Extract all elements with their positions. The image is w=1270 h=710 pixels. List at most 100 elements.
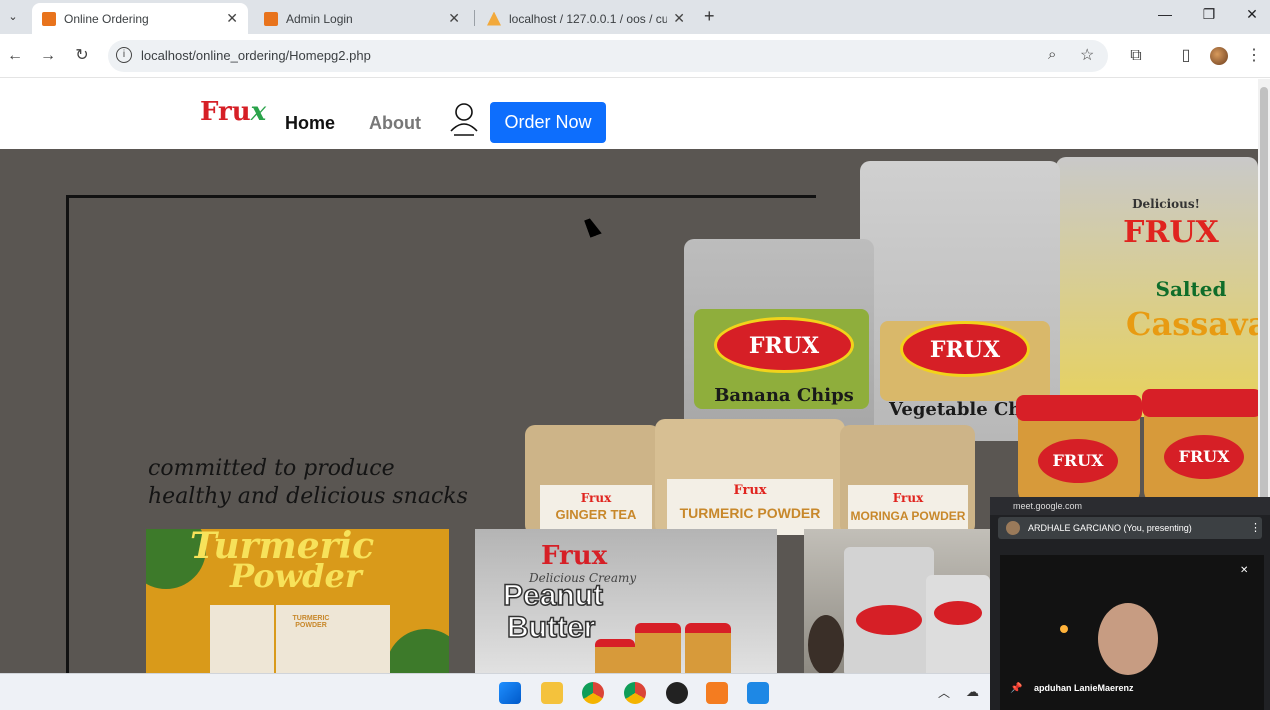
tab-title: Online Ordering (64, 11, 149, 26)
back-icon[interactable]: ← (5, 46, 25, 66)
pouch-label-text: TURMERIC POWDER (679, 505, 821, 521)
more-options-icon[interactable]: ⋮ (1250, 521, 1261, 534)
menu-kebab-icon[interactable]: ⋮ (1244, 46, 1264, 66)
card-title: Butter (506, 610, 596, 645)
bookmark-star-icon[interactable]: ☆ (1080, 45, 1094, 65)
jar-brand: FRUX (1178, 447, 1230, 466)
close-tab-icon[interactable]: ✕ (226, 10, 238, 27)
site-navbar: Frux Home About Order Now (0, 79, 1258, 149)
banana-chips-bag: FRUX Banana Chips (684, 239, 874, 449)
jar-lid (1142, 389, 1258, 417)
order-now-button[interactable]: Order Now (490, 102, 606, 143)
meet-domain: meet.google.com (1013, 501, 1083, 511)
extensions-icon[interactable]: ⧉ (1126, 46, 1146, 66)
pouch-brand: Frux (733, 483, 767, 498)
card-bag-seal (856, 605, 922, 635)
tab-online-ordering[interactable]: Online Ordering ✕ (32, 3, 248, 34)
card-brand: Frux (541, 541, 608, 571)
card-jar (685, 623, 731, 673)
pouch-label-text: GINGER TEA (555, 507, 637, 522)
jar-brand: FRUX (1052, 451, 1104, 470)
forward-icon[interactable]: → (38, 46, 58, 66)
card-jar (635, 623, 681, 673)
site-info-icon[interactable]: i (116, 47, 132, 63)
reload-icon[interactable]: ↻ (72, 46, 92, 66)
tab-separator (474, 10, 475, 26)
video-face (1098, 603, 1158, 675)
cassava-chips-bag: Delicious! FRUX Salted Cassava (1056, 157, 1258, 417)
logo-accent: x (250, 97, 267, 127)
peanut-butter-jar: FRUX (1016, 395, 1142, 505)
bag-label: Banana Chips (714, 385, 854, 406)
card-title: Peanut (502, 578, 604, 613)
frux-logo[interactable]: Frux (200, 97, 266, 127)
browser-tab-strip: ⌄ Online Ordering ✕ Admin Login ✕ localh… (0, 0, 1270, 34)
pouch-label-text: MORINGA POWDER (850, 509, 966, 523)
url-text: localhost/online_ordering/Homepg2.php (141, 48, 371, 63)
chrome-icon[interactable] (582, 682, 604, 704)
peanut-butter-jar: FRUX (1142, 389, 1258, 505)
moringa-powder-pouch: Frux MORINGA POWDER (840, 425, 975, 535)
xampp-icon[interactable] (706, 682, 728, 704)
phpmyadmin-favicon-icon (487, 11, 501, 26)
file-explorer-icon[interactable] (541, 682, 563, 704)
browser-toolbar: ← → ↻ i localhost/online_ordering/Homepg… (0, 34, 1270, 78)
nav-home-link[interactable]: Home (285, 113, 335, 134)
bag-brand: Delicious! (1132, 197, 1200, 211)
video-light (1060, 625, 1068, 633)
chrome-profile-icon[interactable] (624, 682, 646, 704)
tab-search-icon[interactable]: ⌄ (4, 8, 22, 26)
nav-about-link[interactable]: About (369, 113, 421, 134)
tab-phpmyadmin[interactable]: localhost / 127.0.0.1 / oos / cus ✕ (477, 3, 695, 34)
onedrive-icon[interactable]: ☁ (966, 684, 979, 700)
bag-brand: FRUX (1123, 215, 1219, 250)
tab-title: Admin Login (286, 11, 353, 26)
tagline-line-1: committed to produce (148, 456, 395, 481)
pin-icon[interactable]: 📌 (1010, 683, 1022, 694)
tray-chevron-icon[interactable]: ︿ (938, 684, 950, 701)
card-pouch (346, 605, 390, 673)
tab-title: localhost / 127.0.0.1 / oos / cus (509, 11, 668, 26)
pouch-brand: Frux (892, 491, 924, 505)
jar-lid (1016, 395, 1142, 421)
card-leaf (386, 629, 449, 673)
profile-avatar[interactable] (1210, 47, 1228, 65)
bag-label: Cassava (1126, 305, 1258, 343)
tab-admin-login[interactable]: Admin Login ✕ (254, 3, 470, 34)
hero-tagline: committed to produce healthy and delicio… (148, 455, 468, 511)
meet-title-bar: meet.google.com (990, 497, 1270, 515)
scrollbar-thumb[interactable] (1260, 87, 1268, 507)
card-pouch (210, 605, 274, 673)
peanut-butter-card[interactable]: Frux Delicious Creamy Peanut Butter (475, 529, 777, 673)
logo-text: Fru (200, 97, 251, 127)
hero-frame-line (66, 195, 69, 673)
user-account-icon[interactable] (449, 101, 479, 137)
card-bag (808, 615, 844, 673)
windows-start-icon[interactable] (499, 682, 521, 704)
zoom-icon[interactable]: ⌕ (1048, 46, 1056, 63)
close-window-icon[interactable]: ✕ (1237, 6, 1267, 26)
card-subtitle: Powder (230, 557, 362, 595)
presenter-name: ARDHALE GARCIANO (You, presenting) (1028, 523, 1192, 533)
side-panel-icon[interactable]: ▯ (1176, 46, 1196, 66)
address-bar[interactable]: i localhost/online_ordering/Homepg2.php … (108, 40, 1108, 72)
hero-frame-line (66, 195, 816, 198)
turmeric-powder-card[interactable]: Turmeric Powder TURMERIC POWDER (146, 529, 449, 673)
turmeric-powder-pouch: Frux TURMERIC POWDER (655, 419, 845, 535)
app-icon[interactable] (666, 682, 688, 704)
xampp-favicon-icon (42, 11, 56, 26)
chips-card[interactable] (804, 529, 994, 673)
card-jar (595, 639, 635, 673)
card-bag-seal (934, 601, 982, 625)
meet-pip-window[interactable]: meet.google.com ARDHALE GARCIANO (You, p… (990, 497, 1270, 710)
xampp-favicon-icon (264, 11, 278, 26)
pouch-brand: Frux (580, 491, 612, 505)
new-tab-icon[interactable]: + (704, 6, 715, 27)
close-tab-icon[interactable]: ✕ (448, 10, 460, 27)
tagline-line-2: healthy and delicious snacks (148, 484, 468, 509)
bag-brand: FRUX (748, 333, 820, 359)
vscode-icon[interactable] (747, 682, 769, 704)
minimize-icon[interactable]: — (1150, 6, 1180, 26)
restore-icon[interactable]: ❐ (1194, 6, 1224, 26)
close-tab-icon[interactable]: ✕ (673, 10, 685, 27)
